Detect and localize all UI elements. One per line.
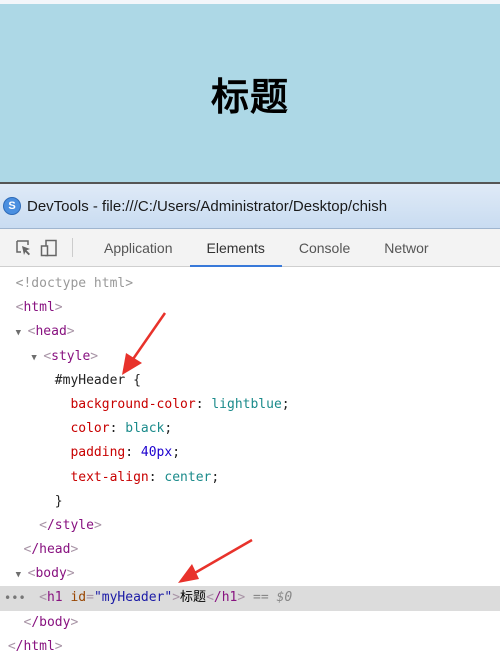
tree-row-html[interactable]: <html> [0, 296, 500, 320]
tree-row-body-close[interactable]: </body> [0, 611, 500, 635]
elements-dom-tree: <!doctype html> <html> ▼ <head> ▼ <style> … [0, 272, 500, 659]
tree-row-h1-selected[interactable]: ••• <h1 id="myHeader">标题</h1> == $0 [0, 586, 500, 611]
toolbar-divider [72, 238, 73, 257]
tab-network[interactable]: Networ [367, 229, 445, 266]
tree-row-style-close[interactable]: </style> [0, 514, 500, 538]
device-toolbar-icon[interactable] [36, 229, 62, 266]
tab-application[interactable]: Application [87, 229, 190, 266]
tree-row-body[interactable]: ▼ <body> [0, 562, 500, 586]
tree-row-style[interactable]: ▼ <style> [0, 345, 500, 369]
tree-row-head-close[interactable]: </head> [0, 538, 500, 562]
tree-row-html-close[interactable]: </html> [0, 635, 500, 659]
devtools-toolbar: Application Elements Console Networ [0, 229, 500, 267]
expand-triangle-icon[interactable]: ▼ [16, 563, 28, 587]
page-header: 标题 [0, 4, 500, 182]
tree-row-doctype[interactable]: <!doctype html> [0, 272, 500, 296]
tree-row-css-selector[interactable]: #myHeader { [0, 369, 500, 393]
tree-row-css-rule[interactable]: text-align: center; [0, 466, 500, 490]
tab-console[interactable]: Console [282, 229, 367, 266]
tree-row-css-rule[interactable]: background-color: lightblue; [0, 393, 500, 417]
tab-elements[interactable]: Elements [189, 229, 283, 267]
expand-triangle-icon[interactable]: ▼ [16, 321, 28, 345]
tree-row-css-rule[interactable]: padding: 40px; [0, 441, 500, 465]
tree-row-css-close[interactable]: } [0, 490, 500, 514]
inspect-element-icon[interactable] [10, 229, 36, 266]
devtools-window-title: DevTools - file:///C:/Users/Administrato… [27, 197, 388, 215]
tree-row-head[interactable]: ▼ <head> [0, 320, 500, 344]
tree-row-css-rule[interactable]: color: black; [0, 417, 500, 441]
browser-logo-icon: S [3, 197, 21, 215]
expand-triangle-icon[interactable]: ▼ [31, 346, 43, 370]
page-heading: 标题 [210, 74, 289, 119]
more-options-icon[interactable]: ••• [4, 586, 26, 610]
devtools-titlebar: S DevTools - file:///C:/Users/Administra… [0, 184, 500, 229]
